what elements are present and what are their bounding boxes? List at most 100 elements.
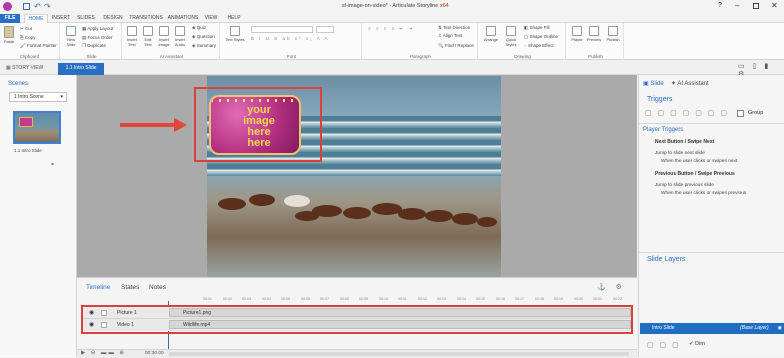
redo-icon[interactable]: ↷: [44, 2, 51, 11]
text-direction-button[interactable]: ⇅ Text Direction: [438, 25, 470, 31]
base-layer-row[interactable]: Intro Slide (Base Layer) ◉: [640, 323, 784, 334]
highlight-box-image: [194, 87, 322, 162]
align-text-button[interactable]: ⇳ Align Text: [438, 33, 462, 39]
right-panel: ▣ Slide ✦ AI Assistant Triggers ▢ ▢ ▢ ▢ …: [638, 75, 784, 357]
copy-button[interactable]: ⎘ Copy: [20, 35, 35, 40]
tab-timeline[interactable]: Timeline: [86, 284, 110, 291]
insert-text-button[interactable]: Insert Text: [125, 26, 139, 47]
new-slide-button[interactable]: New Slide: [64, 26, 78, 47]
group-label: Group: [748, 110, 764, 116]
close-button[interactable]: ✕: [771, 1, 778, 10]
text-styles-button[interactable]: Text Styles: [224, 26, 246, 42]
view-bar: ▦ STORY VIEW 1.1 Intro Slide ▭ ▯ ▮ ⚙: [0, 60, 784, 78]
tab-slides[interactable]: SLIDES: [74, 14, 98, 23]
eye-icon[interactable]: ◉: [778, 323, 782, 334]
tick: 00:05: [281, 297, 290, 301]
tick: 00:11: [398, 297, 407, 301]
trigger-2-title[interactable]: Previous Button / Swipe Previous: [655, 171, 735, 177]
font-family-select[interactable]: [251, 26, 313, 33]
timeline-ruler[interactable]: 00:01 00:02 00:03 00:04 00:05 00:06 00:0…: [169, 297, 635, 304]
tab-transitions[interactable]: TRANSITIONS: [128, 14, 164, 23]
insert-image-button[interactable]: Insert Image: [157, 26, 171, 47]
publish-button[interactable]: Publish: [604, 26, 622, 42]
tab-design[interactable]: DESIGN: [100, 14, 126, 23]
playback-controls[interactable]: ▶ ⊖ ▬▬ ⊕: [81, 350, 126, 356]
tick: 00:14: [457, 297, 466, 301]
group-label: Drawing: [514, 54, 531, 59]
tab-file[interactable]: FILE: [0, 14, 20, 23]
timeline-tools[interactable]: ⚓ ⚙: [597, 283, 626, 291]
intro-slide-tab[interactable]: 1.1 Intro Slide: [58, 63, 104, 75]
layer-toolbar[interactable]: ▢ ▢ ▢: [647, 341, 681, 349]
arrange-button[interactable]: Arrange: [482, 26, 500, 42]
publish-icon: [608, 26, 618, 36]
group-label: Clipboard: [19, 54, 40, 59]
tick: 00:17: [515, 297, 524, 301]
text-styles-icon: [230, 26, 240, 36]
insert-text-icon: [127, 26, 137, 36]
tab-notes[interactable]: Notes: [149, 284, 166, 291]
paste-button[interactable]: Paste: [2, 26, 16, 44]
format-painter-button[interactable]: 🖌 Format Painter: [20, 43, 57, 49]
help-icon[interactable]: ?: [718, 2, 722, 9]
group-label: Paragraph: [409, 54, 431, 59]
find-replace-button[interactable]: 🔍 Find / Replace: [438, 43, 474, 49]
save-icon[interactable]: [23, 3, 30, 10]
tab-animations[interactable]: ANIMATIONS: [166, 14, 200, 23]
edit-text-button[interactable]: Edit Text: [141, 26, 155, 47]
cut-button[interactable]: ✂ Cut: [20, 26, 32, 32]
tick: 00:16: [496, 297, 505, 301]
trigger-1-action[interactable]: Jump to slide next slide: [655, 151, 705, 156]
trigger-1-title[interactable]: Next Button / Swipe Next: [655, 139, 714, 145]
maximize-button[interactable]: [753, 3, 759, 9]
tick: 00:18: [535, 297, 544, 301]
tab-insert[interactable]: INSERT: [50, 14, 72, 23]
tab-states[interactable]: States: [121, 284, 139, 291]
slide-thumbnail[interactable]: [13, 111, 61, 144]
quiz-button[interactable]: ◈ Quiz: [192, 25, 206, 31]
paragraph-icons[interactable]: ≡ ≡ ≡ ≡ ⇤ ⇥: [368, 26, 414, 32]
trigger-2-action[interactable]: Jump to slide previous slide: [655, 183, 714, 188]
scene-dropdown[interactable]: 1 Intro Scene ▾: [9, 92, 67, 102]
tick: 00:02: [223, 297, 232, 301]
tab-home[interactable]: HOME: [24, 14, 48, 23]
ribbon: Paste ✂ Cut ⎘ Copy 🖌 Format Painter Clip…: [0, 23, 784, 60]
trigger-toolbar[interactable]: ▢ ▢ ▢ ▢ ▢ ▢ ▢: [645, 109, 729, 117]
insert-audio-button[interactable]: Insert Audio: [173, 26, 187, 47]
font-format-icons[interactable]: B I U S ab x² x₂ A A: [251, 36, 330, 41]
tick: 00:12: [418, 297, 427, 301]
font-size-select[interactable]: [316, 26, 334, 33]
player-button[interactable]: Player: [569, 26, 585, 42]
story-view-tab[interactable]: ▦ STORY VIEW: [6, 63, 43, 73]
arrow-icon: [120, 118, 187, 132]
group-checkbox[interactable]: [737, 110, 744, 117]
time-readout: 00:30.00: [145, 351, 164, 356]
trigger-2-condition[interactable]: When the user clicks or swipes previous: [661, 191, 746, 196]
undo-icon[interactable]: ↶: [34, 2, 41, 11]
quick-styles-button[interactable]: Quick Styles: [502, 26, 520, 47]
tick: 00:15: [476, 297, 485, 301]
shape-effect-button[interactable]: ◌ Shape Effect: [524, 43, 554, 48]
preview-button[interactable]: Preview: [586, 26, 602, 42]
title-bar: ↶ ↷ sl-image-on-video* - Articulate Stor…: [0, 0, 784, 14]
scenes-title: Scenes: [8, 81, 29, 87]
dim-checkbox[interactable]: ✔ Dim: [689, 341, 705, 347]
shape-fill-button[interactable]: ◧ Shape Fill: [524, 25, 550, 31]
insert-image-icon: [159, 26, 169, 36]
group-slide: New Slide ▦ Apply Layout ▤ Focus Order ❐…: [62, 23, 122, 60]
duplicate-button[interactable]: ❐ Duplicate: [82, 43, 106, 49]
trigger-1-condition[interactable]: When the user clicks or swipes next: [661, 159, 737, 164]
focus-order-button[interactable]: ▤ Focus Order: [82, 35, 113, 41]
tab-slide-props[interactable]: ▣ Slide: [643, 80, 664, 87]
group-clipboard: Paste ✂ Cut ⎘ Copy 🖌 Format Painter Clip…: [0, 23, 60, 60]
question-button[interactable]: ◈ Question: [192, 34, 215, 40]
tab-ai-assistant[interactable]: ✦ AI Assistant: [671, 80, 709, 87]
tab-view[interactable]: VIEW: [202, 14, 220, 23]
scenes-panel: Scenes 1 Intro Scene ▾ 1.1 Intro Slide ⚭: [0, 75, 77, 357]
tab-help[interactable]: HELP: [224, 14, 244, 23]
shape-outline-button[interactable]: ▢ Shape Outline: [524, 34, 558, 40]
minimize-button[interactable]: –: [735, 1, 739, 10]
summary-button[interactable]: ◈ Summary: [192, 43, 216, 49]
scrollbar[interactable]: [169, 352, 629, 356]
apply-layout-button[interactable]: ▦ Apply Layout: [82, 26, 113, 32]
